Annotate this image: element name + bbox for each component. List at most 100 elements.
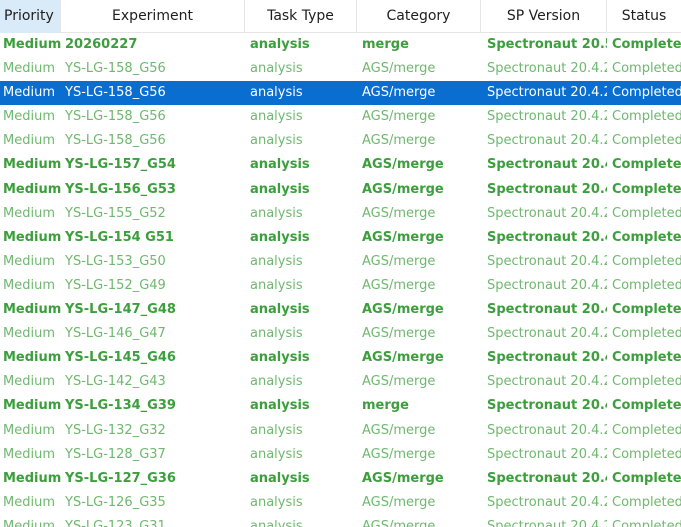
status-cell: Completed	[612, 205, 681, 221]
category-cell: AGS/merge	[362, 350, 444, 366]
experiment-cell: YS-LG-146_G47	[65, 326, 166, 342]
table-row[interactable]: Medium YS-LG-158_G56 analysis AGS/merge Spec…	[0, 129, 681, 153]
column-header-category[interactable]: Category	[357, 0, 481, 33]
sp-version-cell: Spectronaut 20.4.2	[487, 61, 607, 77]
table-row[interactable]: Medium YS-LG-123_G31 analysis AGS/merge Spec…	[0, 515, 681, 527]
sp-version-cell: Spectronaut 20.4.2	[487, 494, 607, 510]
category-cell: AGS/merge	[362, 61, 436, 77]
sp-version-cell: Spectronaut 20.4	[487, 181, 607, 197]
category-cell: AGS/merge	[362, 109, 436, 125]
column-header-task-type[interactable]: Task Type	[245, 0, 357, 33]
table-row[interactable]: Medium YS-LG-145_G46 analysis AGS/merge Spec…	[0, 346, 681, 370]
column-header-sp-version[interactable]: SP Version	[481, 0, 607, 33]
category-cell: AGS/merge	[362, 157, 444, 173]
task-type-cell: analysis	[250, 350, 310, 366]
experiment-cell: YS-LG-155_G52	[65, 205, 166, 221]
experiment-cell: YS-LG-147_G48	[65, 302, 176, 318]
table-row[interactable]: Medium YS-LG-156_G53 analysis AGS/merge Spec…	[0, 178, 681, 202]
experiment-cell: 20260227	[65, 37, 138, 52]
experiment-cell: YS-LG-153_G50	[65, 253, 166, 269]
status-cell: Completed	[612, 326, 681, 342]
experiment-cell: YS-LG-156_G53	[65, 181, 176, 197]
table-row[interactable]: Medium YS-LG-154 G51 analysis AGS/merge Spec…	[0, 226, 681, 250]
table-row[interactable]: Medium YS-LG-127_G36 analysis AGS/merge Spec…	[0, 467, 681, 491]
table-row[interactable]: Medium 20260227 analysis merge Spectronaut 2…	[0, 33, 681, 57]
table-row[interactable]: Medium YS-LG-126_G35 analysis AGS/merge Spec…	[0, 491, 681, 515]
sp-version-cell: Spectronaut 20.4.2	[487, 446, 607, 462]
category-cell: AGS/merge	[362, 518, 436, 527]
grid-body: Medium 20260227 analysis merge Spectronaut 2…	[0, 33, 681, 527]
category-cell: AGS/merge	[362, 494, 436, 510]
table-row[interactable]: Medium YS-LG-153_G50 analysis AGS/merge Spec…	[0, 250, 681, 274]
category-cell: AGS/merge	[362, 374, 436, 390]
sp-version-cell: Spectronaut 20.4.2	[487, 85, 607, 101]
sp-version-cell: Spectronaut 20.4.2	[487, 374, 607, 390]
status-cell: Completed	[612, 350, 681, 366]
table-row[interactable]: Medium YS-LG-158_G56 analysis AGS/merge Spec…	[0, 105, 681, 129]
table-row-selected[interactable]: Medium YS-LG-158_G56 analysis AGS/merge Spec…	[0, 81, 681, 106]
priority-cell: Medium	[3, 494, 55, 510]
table-row[interactable]: Medium YS-LG-158_G56 analysis AGS/merge Spec…	[0, 57, 681, 81]
task-type-cell: analysis	[250, 277, 303, 293]
sp-version-cell: Spectronaut 20.4	[487, 229, 607, 245]
table-row[interactable]: Medium YS-LG-155_G52 analysis AGS/merge Spec…	[0, 202, 681, 226]
priority-cell: Medium	[3, 350, 61, 366]
status-cell: Completed	[612, 398, 681, 414]
task-type-cell: analysis	[250, 229, 310, 245]
column-header-priority[interactable]: Priority	[0, 0, 61, 33]
task-type-cell: analysis	[250, 61, 303, 77]
table-row[interactable]: Medium YS-LG-157_G54 analysis AGS/merge Spec…	[0, 153, 681, 177]
sp-version-cell: Spectronaut 20.4.2	[487, 326, 607, 342]
table-row[interactable]: Medium YS-LG-152_G49 analysis AGS/merge Spec…	[0, 274, 681, 298]
sp-version-cell: Spectronaut 20.5	[487, 37, 607, 52]
status-cell: Completed	[612, 37, 681, 52]
status-cell: Completed	[612, 253, 681, 269]
sp-version-cell: Spectronaut 20.4	[487, 302, 607, 318]
sp-version-cell: Spectronaut 20.4.2	[487, 253, 607, 269]
table-row[interactable]: Medium YS-LG-128_G37 analysis AGS/merge Spec…	[0, 443, 681, 467]
priority-cell: Medium	[3, 518, 55, 527]
category-cell: AGS/merge	[362, 229, 444, 245]
sp-version-cell: Spectronaut 20.4.2	[487, 109, 607, 125]
table-row[interactable]: Medium YS-LG-132_G32 analysis AGS/merge Spec…	[0, 419, 681, 443]
status-cell: Completed	[612, 133, 681, 149]
task-type-cell: analysis	[250, 37, 310, 52]
priority-cell: Medium	[3, 157, 61, 173]
status-cell: Completed	[612, 85, 681, 101]
status-cell: Completed	[612, 277, 681, 293]
category-cell: AGS/merge	[362, 302, 444, 318]
status-cell: Completed	[612, 518, 681, 527]
sp-version-cell: Spectronaut 20.4	[487, 398, 607, 414]
category-cell: AGS/merge	[362, 326, 436, 342]
task-type-cell: analysis	[250, 470, 310, 486]
status-cell: Completed	[612, 494, 681, 510]
experiment-cell: YS-LG-154 G51	[65, 229, 174, 245]
experiment-cell: YS-LG-158_G56	[65, 85, 166, 101]
column-header-status[interactable]: Status	[607, 0, 681, 33]
status-cell: Completed	[612, 157, 681, 173]
column-header-experiment[interactable]: Experiment	[61, 0, 245, 33]
experiment-cell: YS-LG-152_G49	[65, 277, 166, 293]
priority-cell: Medium	[3, 398, 61, 414]
sp-version-cell: Spectronaut 20.4.2	[487, 205, 607, 221]
experiment-cell: YS-LG-157_G54	[65, 157, 176, 173]
task-type-cell: analysis	[250, 398, 310, 414]
priority-cell: Medium	[3, 302, 61, 318]
experiment-cell: YS-LG-123_G31	[65, 518, 166, 527]
experiment-cell: YS-LG-158_G56	[65, 109, 166, 125]
category-cell: merge	[362, 37, 409, 52]
priority-cell: Medium	[3, 326, 55, 342]
category-cell: AGS/merge	[362, 85, 436, 101]
experiment-cell: YS-LG-128_G37	[65, 446, 166, 462]
category-cell: AGS/merge	[362, 446, 436, 462]
priority-cell: Medium	[3, 181, 61, 197]
table-row[interactable]: Medium YS-LG-146_G47 analysis AGS/merge Spec…	[0, 322, 681, 346]
priority-cell: Medium	[3, 277, 55, 293]
priority-cell: Medium	[3, 85, 55, 101]
status-cell: Completed	[612, 109, 681, 125]
category-cell: AGS/merge	[362, 253, 436, 269]
table-row[interactable]: Medium YS-LG-142_G43 analysis AGS/merge Spec…	[0, 370, 681, 394]
sp-version-cell: Spectronaut 20.4.2	[487, 277, 607, 293]
table-row[interactable]: Medium YS-LG-134_G39 analysis merge Spectron…	[0, 394, 681, 418]
table-row[interactable]: Medium YS-LG-147_G48 analysis AGS/merge Spec…	[0, 298, 681, 322]
